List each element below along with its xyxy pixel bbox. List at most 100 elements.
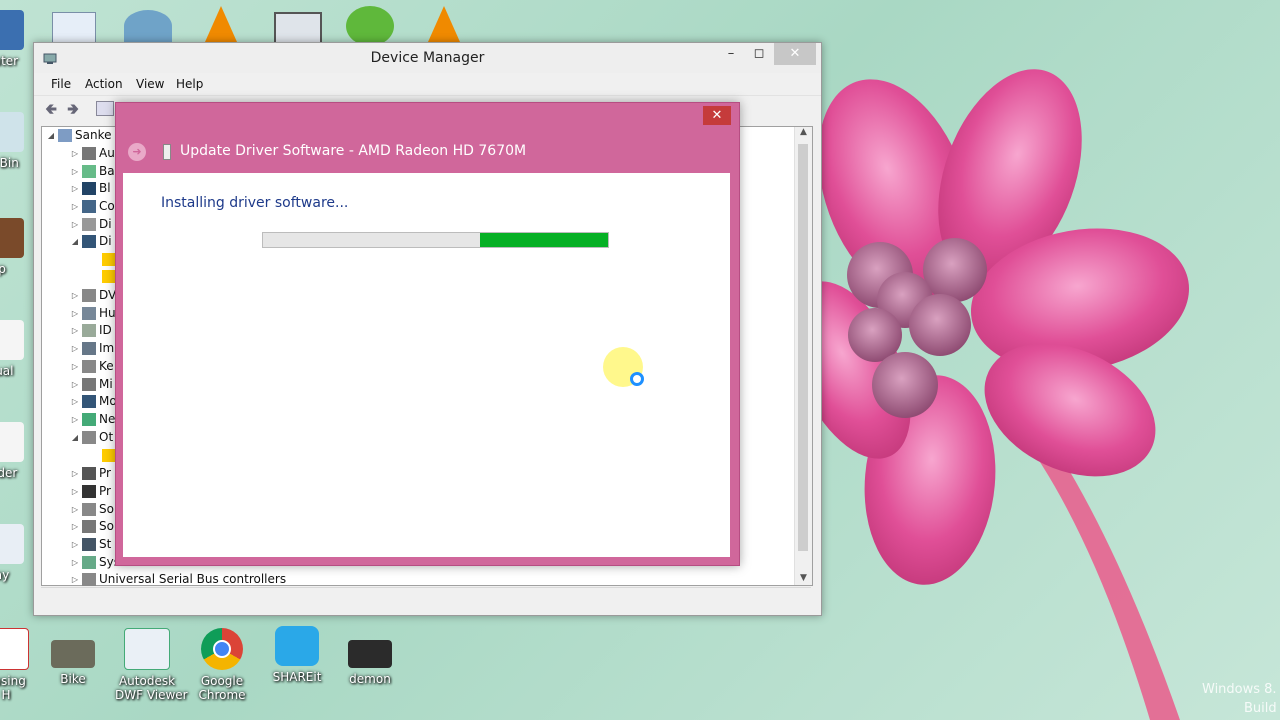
- tree-item-label: Ot: [99, 430, 114, 444]
- device-manager-titlebar[interactable]: Device Manager – ◻ ✕: [34, 43, 821, 73]
- status-bar: [41, 587, 811, 608]
- expand-icon[interactable]: ▷: [70, 216, 80, 233]
- collapse-icon[interactable]: ◢: [46, 127, 56, 144]
- vertical-scrollbar[interactable]: ▲ ▼: [794, 127, 812, 585]
- installing-status: Installing driver software...: [161, 195, 349, 211]
- tree-item-label: Ne: [99, 412, 116, 426]
- expand-icon[interactable]: ▷: [70, 393, 80, 410]
- image-icon: [0, 218, 24, 258]
- desktop-icon-3[interactable]: p: [0, 218, 34, 276]
- device-category-icon: [82, 573, 96, 586]
- desktop-icon-dwf-viewer[interactable]: Autodesk DWF Viewer: [115, 628, 188, 702]
- forward-arrow-icon[interactable]: 🢂: [67, 99, 79, 124]
- vlc-icon-2[interactable]: [428, 6, 460, 42]
- device-category-icon: [82, 395, 96, 408]
- desktop-icon-shareit[interactable]: SHAREit: [265, 626, 329, 684]
- desktop-top-icon-1[interactable]: [52, 12, 96, 44]
- desktop-icon-virtual[interactable]: tual: [0, 320, 34, 378]
- expand-icon[interactable]: ▷: [70, 180, 80, 197]
- expand-icon[interactable]: ▷: [70, 340, 80, 357]
- desktop-icon-play[interactable]: ay: [0, 524, 34, 582]
- desktop-top-icon-4[interactable]: [274, 12, 322, 46]
- tree-item-label: Ke: [99, 359, 114, 373]
- expand-icon[interactable]: ▷: [70, 465, 80, 482]
- document-icon: [0, 320, 24, 360]
- device-category-icon: [82, 538, 96, 551]
- vlc-icon[interactable]: [205, 6, 237, 42]
- device-category-icon: [82, 200, 96, 213]
- desktop-icon-recycle-bin[interactable]: le Bin: [0, 112, 34, 170]
- tree-item-label: Universal Serial Bus controllers: [99, 572, 287, 586]
- scroll-thumb[interactable]: [798, 144, 808, 551]
- expand-icon[interactable]: ▷: [70, 518, 80, 535]
- folder-icon: [0, 422, 24, 462]
- toolbar-icon[interactable]: [96, 101, 114, 116]
- recycle-bin-icon: [0, 112, 24, 152]
- tree-item-label: Ba: [99, 164, 115, 178]
- device-category-icon: [82, 503, 96, 516]
- expand-icon[interactable]: ▷: [70, 163, 80, 180]
- device-category-icon: [82, 556, 96, 569]
- desktop-icon-demon[interactable]: demon: [338, 640, 402, 686]
- desktop-icon-folder[interactable]: older: [0, 422, 34, 480]
- utorrent-icon[interactable]: [346, 6, 394, 46]
- chrome-icon: [201, 628, 243, 670]
- desktop-icon-bike[interactable]: Bike: [41, 640, 105, 686]
- tree-item-label: Im: [99, 341, 115, 355]
- desktop-top-icon-2[interactable]: [124, 10, 172, 42]
- device-category-icon: [82, 360, 96, 373]
- expand-icon[interactable]: ▷: [70, 483, 80, 500]
- tree-item-label: Hu: [99, 306, 116, 320]
- expand-icon[interactable]: ▷: [70, 305, 80, 322]
- expand-icon[interactable]: ▷: [70, 287, 80, 304]
- close-button[interactable]: ✕: [774, 43, 816, 65]
- back-arrow-icon[interactable]: 🢀: [45, 99, 57, 124]
- device-category-icon: [82, 520, 96, 533]
- device-category-icon: [82, 413, 96, 426]
- device-category-icon: [82, 307, 96, 320]
- desktop-icon-housing[interactable]: ousing H: [0, 628, 38, 702]
- device-category-icon: [82, 235, 96, 248]
- desktop-icon-chrome[interactable]: Google Chrome: [190, 628, 254, 702]
- minimize-button[interactable]: –: [716, 43, 746, 65]
- menu-view[interactable]: View: [136, 77, 164, 91]
- expand-icon[interactable]: ▷: [70, 571, 80, 588]
- expand-icon[interactable]: ▷: [70, 536, 80, 553]
- tree-item-label: Di: [99, 217, 112, 231]
- device-category-icon: [82, 431, 96, 444]
- menu-help[interactable]: Help: [176, 77, 203, 91]
- play-icon: [0, 524, 24, 564]
- desktop-icon-computer[interactable]: puter: [0, 10, 34, 68]
- back-arrow-icon[interactable]: ➜: [128, 143, 146, 161]
- menu-file[interactable]: File: [51, 77, 71, 91]
- expand-icon[interactable]: ▷: [70, 554, 80, 571]
- expand-icon[interactable]: ▷: [70, 145, 80, 162]
- scroll-down-icon[interactable]: ▼: [795, 573, 812, 583]
- device-category-icon: [82, 378, 96, 391]
- device-category-icon: [82, 467, 96, 480]
- expand-icon[interactable]: ▷: [70, 376, 80, 393]
- expand-icon[interactable]: ▷: [70, 501, 80, 518]
- update-driver-dialog: ✕ ➜ Update Driver Software - AMD Radeon …: [115, 102, 740, 566]
- tree-item-label: Bl: [99, 181, 111, 195]
- expand-icon[interactable]: ▷: [70, 411, 80, 428]
- menu-action[interactable]: Action: [85, 77, 123, 91]
- tree-item-label: So: [99, 502, 114, 516]
- video-thumbnail-icon: [51, 640, 95, 668]
- video-thumbnail-icon: [348, 640, 392, 668]
- progress-bar: [262, 232, 609, 248]
- device-category-icon: [82, 342, 96, 355]
- collapse-icon[interactable]: ◢: [70, 429, 80, 446]
- maximize-button[interactable]: ◻: [744, 43, 774, 65]
- scroll-up-icon[interactable]: ▲: [795, 127, 812, 137]
- tree-item-label: DV: [99, 288, 117, 302]
- expand-icon[interactable]: ▷: [70, 322, 80, 339]
- dialog-close-button[interactable]: ✕: [703, 106, 731, 125]
- expand-icon[interactable]: ▷: [70, 198, 80, 215]
- dialog-title: Update Driver Software - AMD Radeon HD 7…: [180, 143, 527, 159]
- expand-icon[interactable]: ▷: [70, 358, 80, 375]
- windows-watermark: Windows 8. Build: [1202, 682, 1277, 716]
- dwf-viewer-icon: [124, 628, 170, 670]
- device-category-icon: [102, 253, 116, 266]
- collapse-icon[interactable]: ◢: [70, 233, 80, 250]
